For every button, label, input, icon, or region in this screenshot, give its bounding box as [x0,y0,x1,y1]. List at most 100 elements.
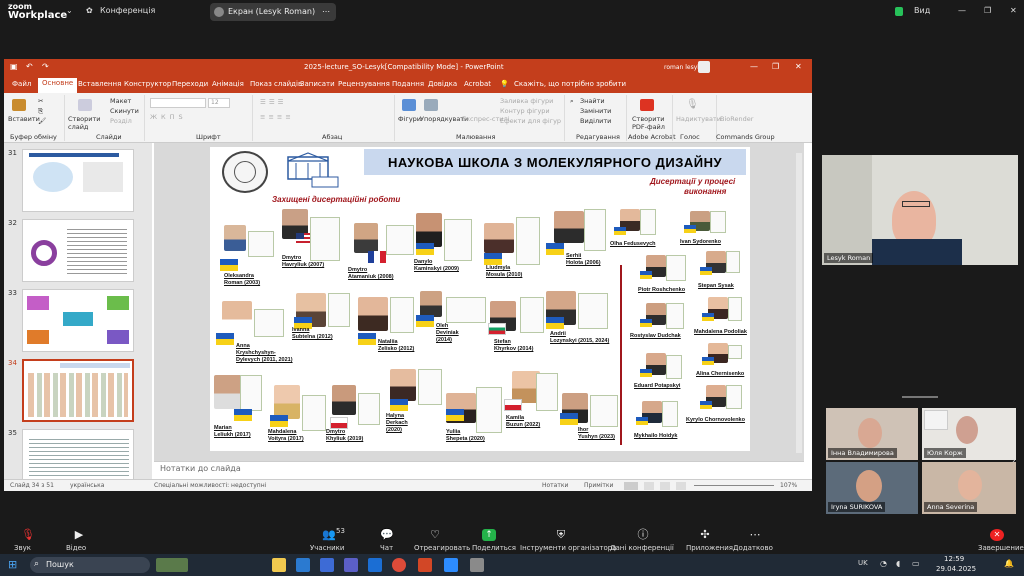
share-screen-icon[interactable]: ↑ [482,529,496,541]
video-button[interactable]: Відео [66,544,86,552]
new-slide-icon[interactable] [78,99,92,111]
arrange-icon[interactable] [424,99,438,111]
font-family-select[interactable] [150,98,206,108]
reading-view-icon[interactable] [660,482,670,490]
powerpoint-icon[interactable] [418,558,432,572]
tab-view[interactable]: Подання [392,80,424,88]
app-icon[interactable] [470,558,484,572]
tab-insert[interactable]: Вставлення [78,80,121,88]
pdf-icon[interactable] [640,99,654,111]
cut-icon[interactable]: ✂ [38,97,43,105]
minimize-icon[interactable]: — [958,6,966,15]
video-tile-participant[interactable]: Anna Severina [922,462,1016,514]
heart-icon[interactable]: ♡ [428,529,442,541]
battery-icon[interactable]: ▭ [912,559,920,568]
zoom-slider[interactable] [694,485,774,486]
shape-outline-button[interactable]: Контур фігури [500,107,550,115]
info-icon[interactable]: ⓘ [636,529,650,541]
apps-icon[interactable]: ✣ [698,529,712,541]
comments-button[interactable]: Примітки [584,482,613,489]
word-icon[interactable] [368,558,382,572]
shape-effects-button[interactable]: Ефекти для фігур [500,117,561,125]
reset-button[interactable]: Скинути [110,107,139,115]
audio-button[interactable]: Звук [14,544,31,552]
align-buttons[interactable]: ≡≡≡≡ [260,113,294,121]
tab-animations[interactable]: Анімація [212,80,244,88]
replace-button[interactable]: Замінити [580,107,611,115]
normal-view-icon[interactable] [624,482,638,490]
participants-icon[interactable]: 👥 [322,529,336,541]
video-tile-participant[interactable]: Юля Корж [922,408,1016,460]
minimize-icon[interactable]: — [750,62,758,71]
create-pdf-button[interactable]: Створити PDF-файл [632,115,666,131]
vertical-scrollbar[interactable] [796,153,802,453]
more-button[interactable]: Додатково [733,544,773,552]
slide-thumbnails-pane[interactable]: 31 32 33 34 35 [4,143,152,479]
tab-review[interactable]: Рецензування [338,80,390,88]
layout-button[interactable]: Макет [110,97,131,105]
zoom-app-icon[interactable] [444,558,458,572]
clock-date[interactable]: 29.04.2025 [936,565,976,573]
tab-transitions[interactable]: Переходи [172,80,208,88]
undo-icon[interactable]: ↶ [26,62,33,71]
end-button[interactable]: Завершение [978,544,1024,552]
tab-acrobat[interactable]: Acrobat [464,80,491,88]
maximize-icon[interactable]: ❐ [772,62,779,71]
user-avatar[interactable] [698,61,710,73]
section-button[interactable]: Розділ [110,117,132,125]
find-button[interactable]: Знайти [580,97,605,105]
zoom-level[interactable]: 107% [780,482,797,489]
font-style-buttons[interactable]: ЖКПЅ [150,113,187,121]
close-icon[interactable]: ✕ [795,62,802,71]
tab-help[interactable]: Довідка [428,80,457,88]
notes-button[interactable]: Нотатки [542,482,568,489]
tab-slideshow[interactable]: Показ слайдів [250,80,302,88]
microphone-icon[interactable]: 🎙 [686,99,699,110]
tell-me-search[interactable]: Скажіть, що потрібно зробити [514,80,626,88]
windows-start-icon[interactable]: ⊞ [8,558,22,572]
view-button[interactable]: Вид [914,6,930,15]
notification-icon[interactable]: 🔔 [1004,559,1014,568]
thumb-slide-33[interactable] [22,289,134,352]
participants-button[interactable]: Учасники [310,544,344,552]
redo-icon[interactable]: ↷ [42,62,49,71]
clock-time[interactable]: 12:59 [944,555,964,563]
thumb-slide-31[interactable] [22,149,134,212]
video-tile-speaker[interactable]: Lesyk Roman [822,155,1018,265]
teams-icon[interactable] [344,558,358,572]
font-size-select[interactable]: 12 [208,98,230,108]
end-call-icon[interactable]: ✕ [990,529,1004,541]
apps-button[interactable]: Приложения [686,544,733,552]
gallery-drag-handle[interactable] [902,396,938,398]
format-painter-icon[interactable]: 🖌 [38,117,46,125]
new-slide-button[interactable]: Створити слайд [68,115,108,131]
share-button[interactable]: Поделиться [472,544,516,552]
sorter-view-icon[interactable] [644,482,654,490]
shape-fill-button[interactable]: Заливка фігури [500,97,553,105]
select-button[interactable]: Виділити [580,117,611,125]
tab-home[interactable]: Основне [38,78,78,93]
paste-button[interactable]: Вставити [8,115,40,123]
thumb-slide-35[interactable] [22,429,134,479]
tab-design[interactable]: Конструктор [124,80,171,88]
video-camera-icon[interactable]: ▶ [72,529,86,541]
more-icon[interactable]: ⋯ [748,529,762,541]
biorender-button[interactable]: BioRender [720,115,753,123]
list-buttons[interactable]: ☰☰☰ [260,98,286,106]
slide-canvas[interactable]: НАУКОВА ШКОЛА З МОЛЕКУЛЯРНОГО ДИЗАЙНУ За… [154,143,804,461]
accessibility-status[interactable]: Спеціальні можливості: недоступні [154,482,266,489]
dictate-button[interactable]: Надиктувати [676,115,721,123]
tab-record[interactable]: Записати [300,80,335,88]
language-indicator[interactable]: українська [70,482,104,489]
shapes-button[interactable]: Фігури [398,115,421,123]
react-button[interactable]: Отреагировать [414,544,470,552]
slide-34[interactable]: НАУКОВА ШКОЛА З МОЛЕКУЛЯРНОГО ДИЗАЙНУ За… [210,147,750,451]
paste-icon[interactable] [12,99,26,111]
save-icon[interactable]: ▣ [10,62,18,71]
file-explorer-icon[interactable] [272,558,286,572]
thumb-slide-34[interactable] [22,359,134,422]
chevron-right-icon[interactable]: › [1012,456,1016,466]
mic-muted-icon[interactable]: 🎙 [21,529,35,541]
thumb-slide-32[interactable] [22,219,134,282]
edge-icon[interactable] [296,558,310,572]
